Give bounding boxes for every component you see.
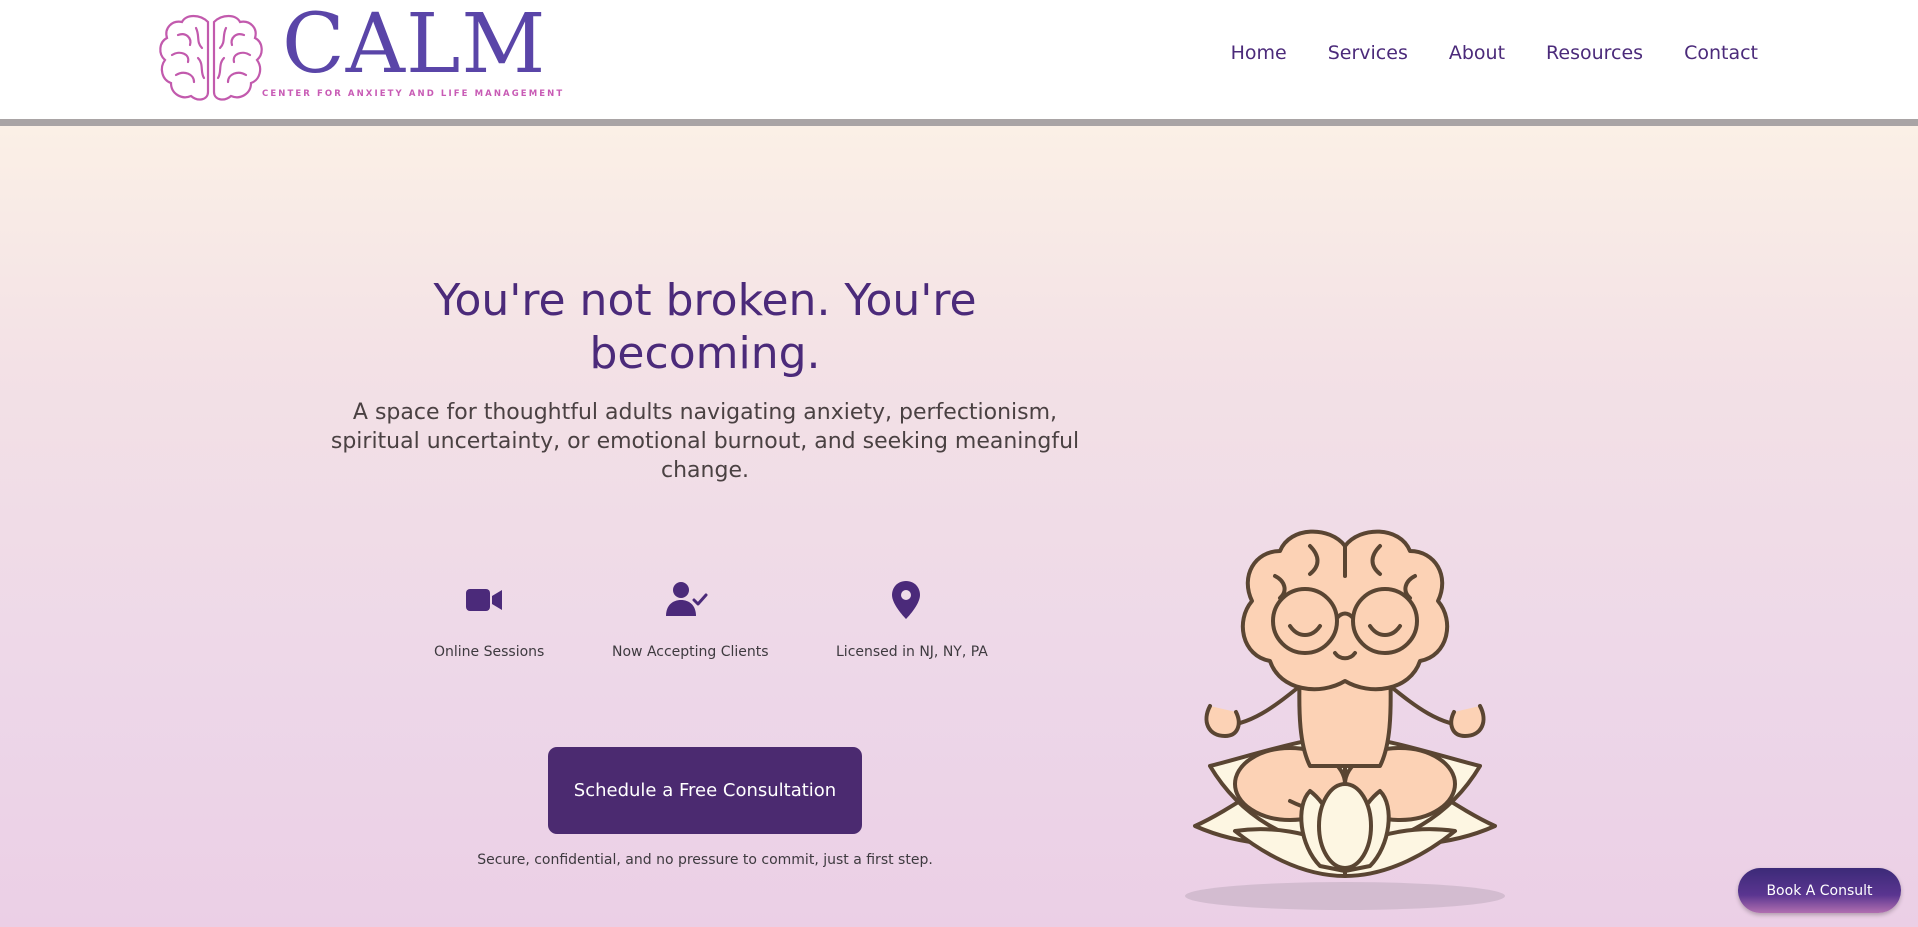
calm-logo[interactable]: CALM CENTER FOR ANXIETY AND LIFE MANAGEM… bbox=[156, 4, 562, 105]
video-camera-icon bbox=[466, 589, 502, 611]
cta-note: Secure, confidential, and no pressure to… bbox=[477, 852, 933, 868]
site-header: CALM CENTER FOR ANXIETY AND LIFE MANAGEM… bbox=[0, 0, 1918, 119]
book-consult-button[interactable]: Book A Consult bbox=[1738, 868, 1901, 913]
brain-logo-icon bbox=[159, 14, 263, 101]
nav-services[interactable]: Services bbox=[1328, 40, 1408, 66]
header-divider bbox=[0, 119, 1918, 126]
hero-section: You're not broken. You're becoming. A sp… bbox=[0, 126, 1918, 927]
feature-label: Online Sessions bbox=[434, 644, 545, 660]
nav-contact[interactable]: Contact bbox=[1684, 40, 1758, 66]
map-pin-icon bbox=[892, 581, 920, 619]
user-check-icon bbox=[666, 582, 708, 616]
hero-title: You're not broken. You're becoming. bbox=[433, 275, 977, 379]
nav-about[interactable]: About bbox=[1449, 40, 1505, 66]
feature-label: Licensed in NJ, NY, PA bbox=[836, 644, 988, 660]
feature-accepting-clients: Now Accepting Clients bbox=[612, 578, 769, 660]
feature-licensed: Licensed in NJ, NY, PA bbox=[836, 578, 988, 660]
main-nav: Home Services About Resources Contact bbox=[1190, 40, 1758, 66]
feature-label: Now Accepting Clients bbox=[612, 644, 769, 660]
logo-tagline: CENTER FOR ANXIETY AND LIFE MANAGEMENT bbox=[262, 89, 565, 99]
nav-resources[interactable]: Resources bbox=[1546, 40, 1643, 66]
nav-home[interactable]: Home bbox=[1231, 40, 1287, 66]
meditating-brain-illustration bbox=[1185, 529, 1505, 910]
hero-subtitle: A space for thoughtful adults navigating… bbox=[330, 400, 1080, 483]
logo-wordmark: CALM bbox=[282, 0, 547, 92]
feature-online-sessions: Online Sessions bbox=[434, 578, 545, 660]
feature-list: Online Sessions Now Accepting Clients Li… bbox=[0, 578, 1918, 698]
schedule-consultation-button[interactable]: Schedule a Free Consultation bbox=[548, 747, 862, 834]
